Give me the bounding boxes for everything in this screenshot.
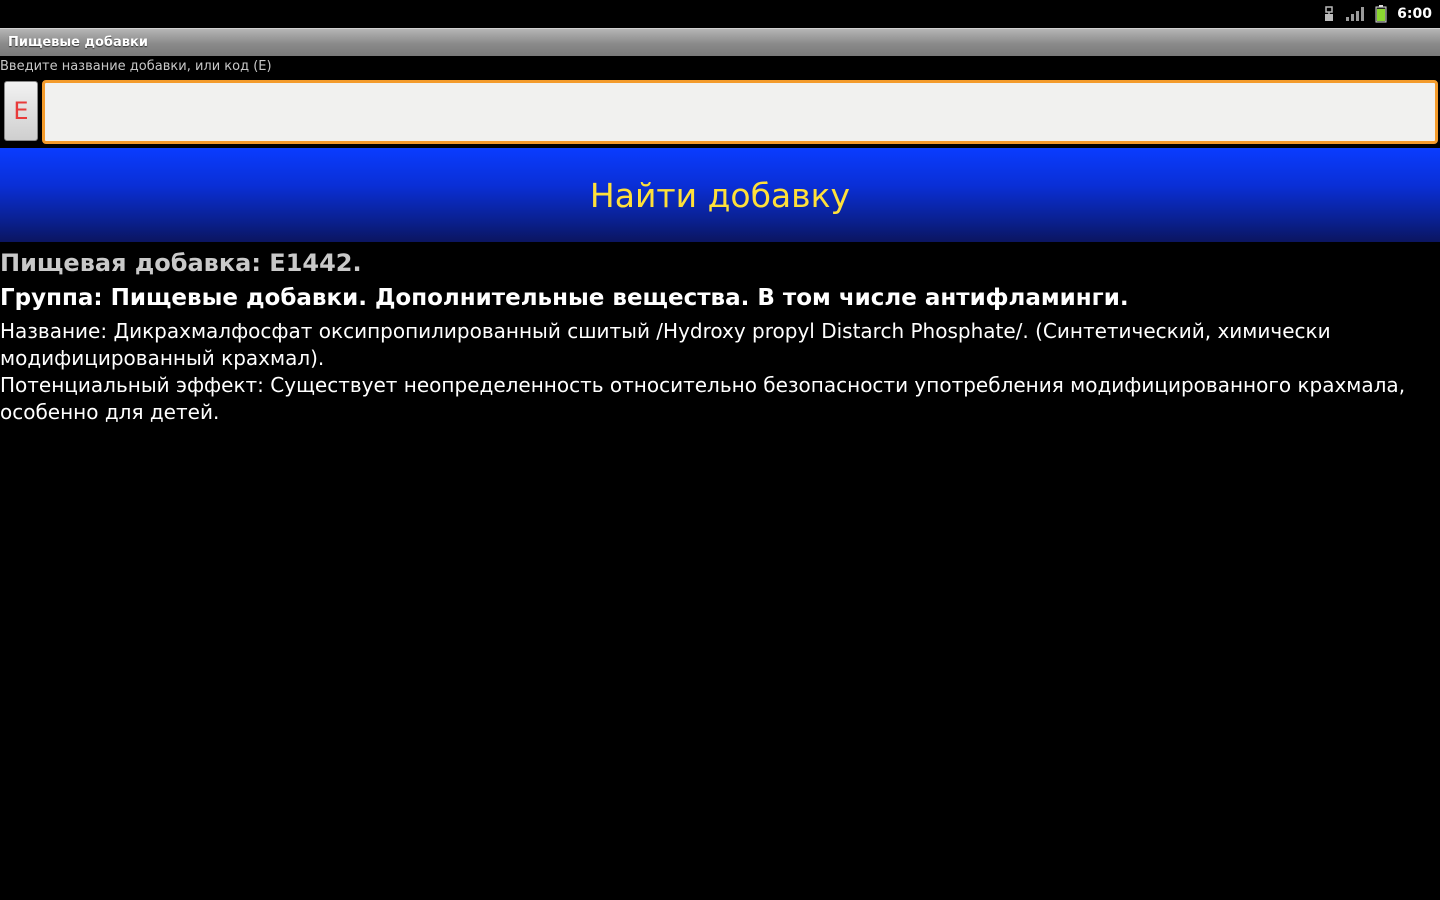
status-time: 6:00 bbox=[1397, 6, 1432, 22]
result-group: Группа: Пищевые добавки. Дополнительные … bbox=[0, 285, 1129, 311]
result-name: Название: Дикрахмалфосфат оксипропилиров… bbox=[0, 319, 1331, 370]
result-code: Пищевая добавка: E1442. bbox=[0, 249, 362, 277]
search-hint-label: Введите название добавки, или код (E) bbox=[0, 59, 272, 74]
app-title-bar: Пищевые добавки bbox=[0, 28, 1440, 56]
search-input[interactable] bbox=[42, 80, 1438, 144]
status-bar: 6:00 bbox=[0, 0, 1440, 28]
app-title: Пищевые добавки bbox=[8, 35, 148, 50]
usb-debug-icon bbox=[1323, 4, 1335, 24]
find-additive-button-label: Найти добавку bbox=[589, 175, 851, 215]
result-effect: Потенциальный эффект: Существует неопред… bbox=[0, 373, 1406, 424]
find-additive-button[interactable]: Найти добавку bbox=[0, 148, 1440, 242]
result-panel: Пищевая добавка: E1442. Группа: Пищевые … bbox=[0, 246, 1440, 426]
signal-icon bbox=[1345, 4, 1365, 24]
battery-icon bbox=[1375, 4, 1387, 24]
code-prefix-label: E bbox=[4, 81, 38, 141]
